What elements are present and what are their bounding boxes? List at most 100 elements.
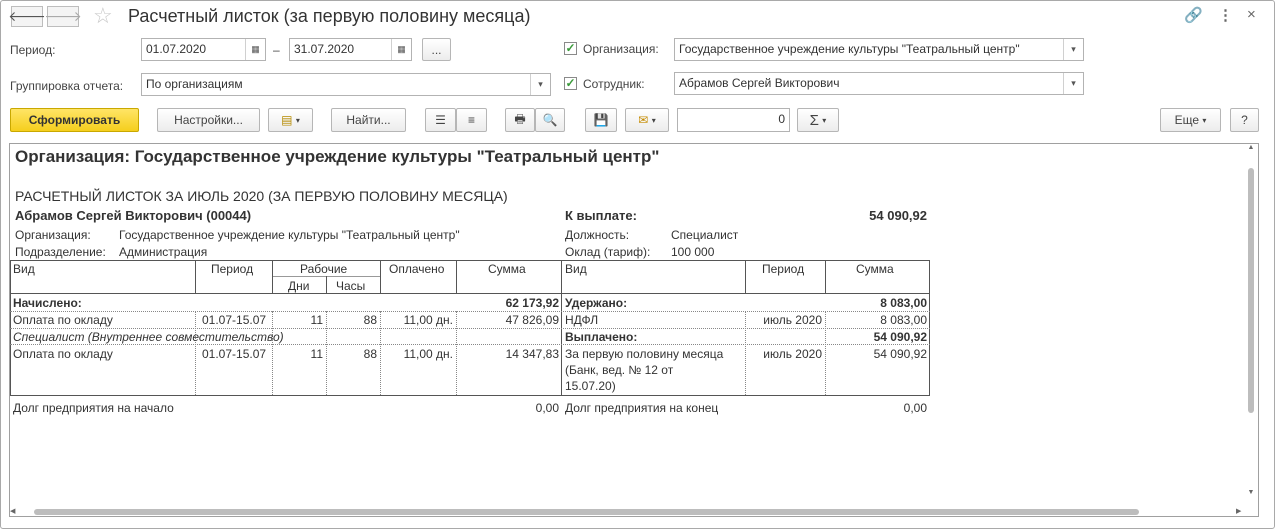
header-working: Рабочие	[300, 262, 348, 276]
arrow-right-icon: 🡒	[44, 8, 82, 24]
period-to-input[interactable]: 31.07.2020 ▦	[289, 38, 412, 61]
scroll-up-icon[interactable]: ▲	[1246, 144, 1256, 151]
withheld-row-sum: 8 083,00	[880, 313, 927, 327]
accrued-row-period: 01.07-15.07	[202, 347, 267, 361]
salary-value: 100 000	[671, 245, 715, 259]
col-divider	[195, 260, 196, 293]
favorite-star-icon[interactable]: ☆	[93, 3, 113, 29]
to-pay-value: 54 090,92	[869, 208, 927, 223]
col-divider	[745, 260, 746, 293]
paid-out-row-kind-line3: 15.07.20)	[565, 379, 616, 393]
print-button[interactable]: 🖶	[505, 108, 535, 132]
vertical-scroll-thumb[interactable]	[1248, 168, 1254, 413]
withheld-total: 8 083,00	[880, 296, 927, 310]
vertical-scrollbar[interactable]: ▲ ▼	[1246, 144, 1256, 504]
header-kind: Вид	[13, 262, 35, 276]
settings-button[interactable]: Настройки...	[157, 108, 260, 132]
chevron-down-icon[interactable]: ▾	[530, 74, 550, 95]
period-label: Период:	[10, 43, 56, 57]
forward-button[interactable]: 🡒	[44, 6, 82, 27]
horizontal-scroll-thumb[interactable]	[34, 509, 1139, 515]
accrued-row-hours: 88	[363, 347, 377, 361]
header-paid: Оплачено	[389, 262, 445, 276]
header-right-kind: Вид	[565, 262, 587, 276]
salary-label: Оклад (тариф):	[565, 245, 651, 259]
chevron-down-icon: ▾	[822, 115, 827, 125]
debt-end-label: Долг предприятия на конец	[565, 401, 719, 415]
calendar-icon[interactable]: ▦	[245, 39, 265, 60]
expand-groups-button[interactable]: ☰	[425, 108, 456, 132]
header-period: Период	[211, 262, 254, 276]
withheld-row-period: июль 2020	[763, 313, 822, 327]
collapse-icon: ≡	[467, 113, 475, 127]
position-value: Специалист	[671, 228, 739, 242]
row-separator	[10, 328, 930, 329]
section-label: Специалист (Внутреннее совместительство)	[13, 330, 284, 344]
grouping-select[interactable]: По организациям ▾	[141, 73, 551, 96]
org-select[interactable]: Государственное учреждение культуры "Теа…	[674, 38, 1084, 61]
scroll-down-icon[interactable]: ▼	[1246, 489, 1256, 496]
accrued-row-kind: Оплата по окладу	[13, 347, 113, 361]
grouping-label: Группировка отчета:	[10, 79, 124, 93]
debt-end-value: 0,00	[903, 401, 927, 415]
col-divider	[380, 260, 381, 293]
chevron-down-icon[interactable]: ▾	[1063, 39, 1083, 60]
close-icon[interactable]: ×	[1247, 6, 1256, 23]
table-top-line	[10, 260, 930, 261]
help-button[interactable]: ?	[1230, 108, 1259, 132]
employee-checkbox[interactable]: ✓	[564, 77, 577, 90]
envelope-icon: ✉	[638, 113, 649, 127]
selection-total-input[interactable]: 0	[677, 108, 790, 132]
table-header-bottom-line	[10, 293, 930, 294]
header-hours: Часы	[336, 279, 366, 293]
report-org-header: Организация: Государственное учреждение …	[15, 147, 660, 166]
generate-button[interactable]: Сформировать	[10, 108, 139, 132]
arrow-left-icon: 🡐	[8, 8, 46, 24]
collapse-groups-button[interactable]: ≡	[456, 108, 487, 132]
calendar-icon[interactable]: ▦	[391, 39, 411, 60]
link-icon[interactable]: 🔗	[1184, 6, 1203, 24]
variants-button[interactable]: ▤ ▾	[268, 108, 313, 132]
sigma-icon: Σ	[809, 111, 819, 129]
accrued-row-period: 01.07-15.07	[202, 313, 267, 327]
print-preview-icon: 🔍	[542, 113, 558, 127]
header-days: Дни	[288, 279, 310, 293]
accrued-row-paid: 11,00 дн.	[403, 347, 453, 361]
accrued-total: 62 173,92	[505, 296, 559, 310]
period-select-button[interactable]: ...	[422, 38, 451, 61]
header-right-period: Период	[762, 262, 805, 276]
scroll-right-icon[interactable]: ▶	[1236, 507, 1241, 515]
col-divider	[272, 260, 273, 293]
accrued-row-days: 11	[310, 347, 323, 361]
paid-out-row-kind-line2: (Банк, вед. № 12 от	[565, 363, 674, 377]
dept-value: Администрация	[119, 245, 208, 259]
paid-out-total: 54 090,92	[873, 330, 927, 344]
preview-button[interactable]: 🔍	[535, 108, 565, 132]
scroll-left-icon[interactable]: ◀	[10, 507, 15, 515]
vertical-dots-icon[interactable]: ⋮	[1218, 6, 1233, 24]
horizontal-scrollbar[interactable]: ◀ ▶	[10, 507, 1246, 517]
find-button[interactable]: Найти...	[331, 108, 406, 132]
paid-out-row-kind-line1: За первую половину месяца	[565, 347, 724, 361]
org-info-value: Государственное учреждение культуры "Теа…	[119, 228, 460, 242]
employee-label: Сотрудник:	[583, 77, 645, 91]
debt-start-value: 0,00	[535, 401, 559, 415]
accrued-row-sum: 14 347,83	[505, 347, 559, 361]
row-separator	[10, 311, 930, 312]
accrued-row-days: 11	[310, 313, 323, 327]
employee-select[interactable]: Абрамов Сергей Викторович ▾	[674, 72, 1084, 95]
back-button[interactable]: 🡐	[8, 6, 46, 27]
period-from-input[interactable]: 01.07.2020 ▦	[141, 38, 266, 61]
more-button[interactable]: Еще ▾	[1160, 108, 1221, 132]
floppy-disk-icon: 💾	[593, 113, 609, 127]
save-button[interactable]: 💾	[585, 108, 617, 132]
withheld-row-kind: НДФЛ	[565, 313, 599, 327]
accrued-row-kind: Оплата по окладу	[13, 313, 113, 327]
chevron-down-icon[interactable]: ▾	[1063, 73, 1083, 94]
sum-mode-button[interactable]: Σ ▾	[797, 108, 839, 132]
org-checkbox[interactable]: ✓	[564, 42, 577, 55]
paid-out-row-sum: 54 090,92	[873, 347, 927, 361]
printer-icon: 🖶	[514, 111, 526, 126]
row-separator	[10, 344, 930, 345]
send-email-button[interactable]: ✉ ▾	[625, 108, 669, 132]
